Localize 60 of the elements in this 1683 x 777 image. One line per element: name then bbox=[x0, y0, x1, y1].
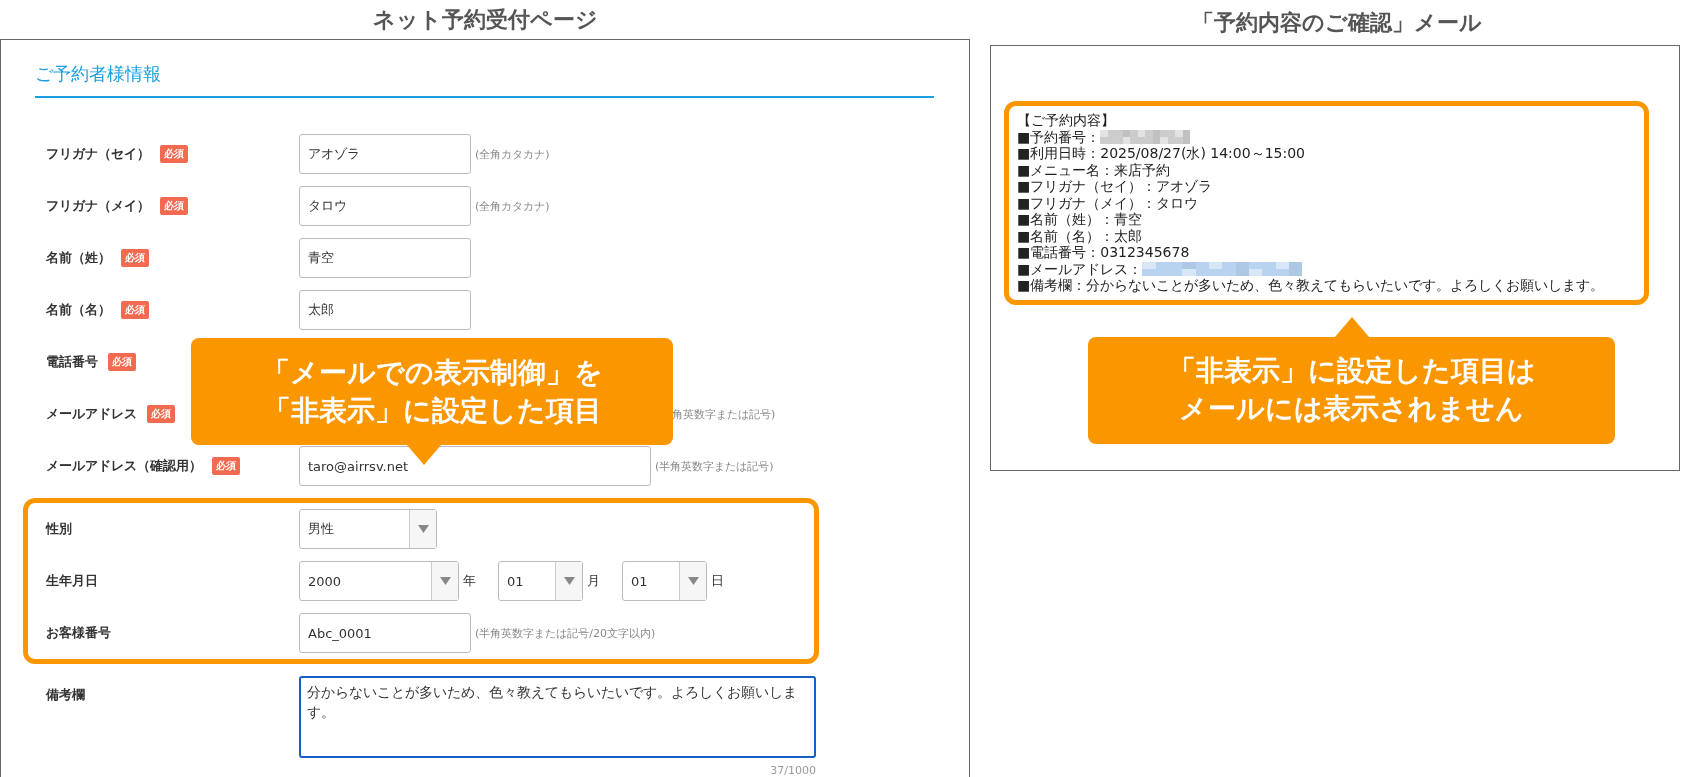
callout: 「メールでの表示制御」を 「非表示」に設定した項目 bbox=[191, 338, 673, 445]
select-field[interactable]: 男性 bbox=[299, 509, 437, 549]
input-field[interactable]: Abc_0001 bbox=[299, 613, 471, 653]
caret-icon bbox=[417, 525, 429, 533]
mail-line: ■メールアドレス： bbox=[1017, 260, 1143, 277]
caret-icon bbox=[563, 577, 575, 585]
field-label: フリガナ（メイ） bbox=[46, 197, 150, 215]
hint-text: (半角英数字または記号/20文字以内) bbox=[475, 625, 656, 641]
mail-line: ■利用日時：2025/08/27(水) 14:00～15:00 bbox=[1017, 145, 1305, 162]
field-label: お客様番号 bbox=[46, 624, 111, 642]
field-label: メールアドレス bbox=[46, 405, 137, 423]
field-label: 名前（姓） bbox=[46, 249, 111, 267]
mail-line: ■電話番号：0312345678 bbox=[1017, 244, 1190, 261]
field-label: 備考欄 bbox=[46, 686, 85, 704]
mail-line: ■予約番号： bbox=[1017, 128, 1101, 145]
mail-line: ■フリガナ（セイ）：アオゾラ bbox=[1017, 178, 1213, 195]
field-label: 名前（名） bbox=[46, 301, 111, 319]
field-label: フリガナ（セイ） bbox=[46, 145, 150, 163]
hint-text: (半角英数字または記号) bbox=[655, 458, 774, 474]
mail-line: ■名前（姓）：青空 bbox=[1017, 211, 1143, 228]
hint-text: 角英数字または記号) bbox=[672, 406, 776, 422]
callout-pointer bbox=[407, 445, 441, 465]
mail-line: ■メニュー名：来店予約 bbox=[1017, 161, 1171, 178]
input-field[interactable]: アオゾラ bbox=[299, 134, 471, 174]
input-field[interactable]: タロウ bbox=[299, 186, 471, 226]
required-badge: 必須 bbox=[121, 301, 149, 319]
required-badge: 必須 bbox=[160, 197, 188, 215]
unit-label: 日 bbox=[711, 572, 724, 590]
mail-line: ■名前（名）：太郎 bbox=[1017, 227, 1143, 244]
hint-text: (全角カタカナ) bbox=[475, 198, 550, 214]
required-badge: 必須 bbox=[160, 145, 188, 163]
field-label: 生年月日 bbox=[46, 572, 98, 590]
character-counter: 37/1000 bbox=[770, 764, 816, 777]
mail-line: ■備考欄：分からないことが多いため、色々教えてもらいたいです。よろしくお願いします。 bbox=[1017, 277, 1605, 294]
select-field[interactable]: 2000 bbox=[299, 561, 459, 601]
callout: 「非表示」に設定した項目は メールには表示されません bbox=[1088, 336, 1615, 444]
mail-line: ■フリガナ（メイ）：タロウ bbox=[1017, 194, 1199, 211]
mail-line: 【ご予約内容】 bbox=[1017, 112, 1115, 129]
input-field[interactable]: taro@airrsv.net bbox=[299, 446, 651, 486]
unit-label: 月 bbox=[587, 572, 600, 590]
field-label: 性別 bbox=[46, 520, 72, 538]
required-badge: 必須 bbox=[108, 353, 136, 371]
required-badge: 必須 bbox=[147, 405, 175, 423]
textarea-field[interactable]: 分からないことが多いため、色々教えてもらいたいです。よろしくお願いします。 bbox=[299, 676, 816, 758]
required-badge: 必須 bbox=[212, 457, 240, 475]
field-label: メールアドレス（確認用） bbox=[46, 457, 202, 475]
unit-label: 年 bbox=[463, 572, 476, 590]
page-heading: 「予約内容のご確認」メール bbox=[1191, 8, 1482, 37]
caret-icon bbox=[687, 577, 699, 585]
input-field[interactable]: 青空 bbox=[299, 238, 471, 278]
input-field[interactable]: 太郎 bbox=[299, 290, 471, 330]
select-field[interactable]: 01 bbox=[498, 561, 583, 601]
required-badge: 必須 bbox=[121, 249, 149, 267]
hint-text: (全角カタカナ) bbox=[475, 146, 550, 162]
callout-pointer bbox=[1334, 316, 1369, 337]
select-field[interactable]: 01 bbox=[622, 561, 707, 601]
field-label: 電話番号 bbox=[46, 353, 98, 371]
caret-icon bbox=[439, 577, 451, 585]
page-heading: ネット予約受付ページ bbox=[372, 5, 598, 34]
section-title: ご予約者様情報 bbox=[35, 62, 934, 98]
